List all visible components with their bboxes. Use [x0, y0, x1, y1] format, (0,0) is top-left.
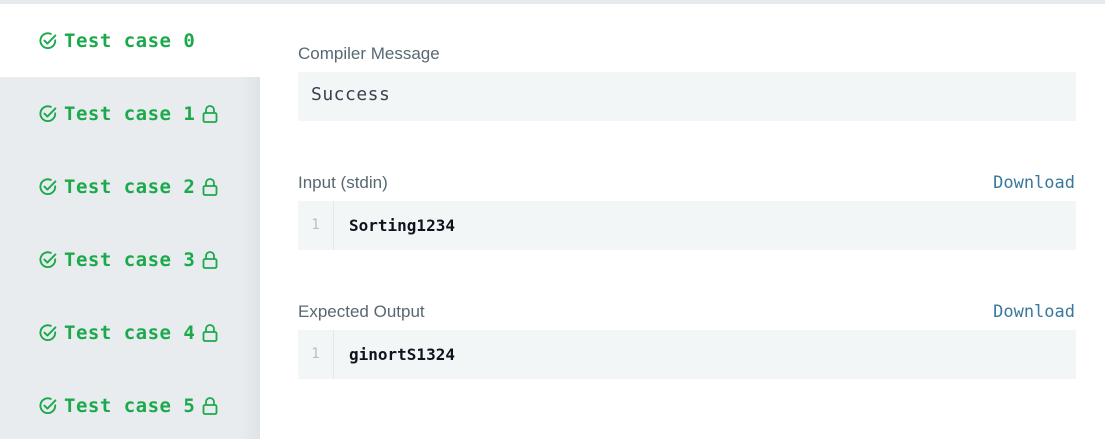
expected-output-content: ginortS1324: [349, 345, 455, 364]
tab-label: Test case 4: [64, 321, 196, 344]
compiler-message-text: Success: [311, 84, 391, 105]
tab-test-case-0[interactable]: Test case 0: [0, 4, 262, 77]
check-circle-icon: [39, 250, 57, 268]
tab-test-case-2[interactable]: Test case 2: [0, 150, 260, 223]
tab-test-case-3[interactable]: Test case 3: [0, 223, 260, 296]
input-download-link[interactable]: Download: [993, 173, 1075, 193]
tab-label: Test case 3: [64, 248, 196, 271]
check-circle-icon: [39, 177, 57, 195]
check-circle-icon: [39, 104, 57, 122]
tab-label: Test case 1: [64, 102, 196, 125]
tab-label: Test case 0: [64, 29, 196, 52]
expected-output-download-link[interactable]: Download: [993, 302, 1075, 322]
test-case-sidebar: Test case 0 Test case 1 Test case 2 Test…: [0, 4, 262, 439]
tab-label: Test case 5: [64, 394, 196, 417]
check-circle-icon: [39, 323, 57, 341]
lock-icon: [202, 396, 218, 415]
expected-output-code-box: 1 ginortS1324: [298, 330, 1076, 379]
lock-icon: [202, 177, 218, 196]
lock-icon: [202, 104, 218, 123]
check-circle-icon: [39, 396, 57, 414]
lock-icon: [202, 250, 218, 269]
line-number: 1: [298, 201, 334, 250]
input-label: Input (stdin): [298, 173, 388, 192]
input-content: Sorting1234: [349, 216, 455, 235]
tab-test-case-1[interactable]: Test case 1: [0, 77, 260, 150]
test-results-panel: Test case 0 Test case 1 Test case 2 Test…: [0, 0, 1105, 439]
compiler-message-box: Success: [298, 72, 1076, 121]
input-code-box: 1 Sorting1234: [298, 201, 1076, 250]
tab-label: Test case 2: [64, 175, 196, 198]
tab-test-case-4[interactable]: Test case 4: [0, 296, 260, 369]
compiler-message-label: Compiler Message: [298, 44, 440, 63]
line-number: 1: [298, 330, 334, 379]
tab-test-case-5[interactable]: Test case 5: [0, 369, 260, 439]
expected-output-label: Expected Output: [298, 302, 425, 321]
lock-icon: [202, 323, 218, 342]
check-circle-icon: [39, 31, 57, 49]
